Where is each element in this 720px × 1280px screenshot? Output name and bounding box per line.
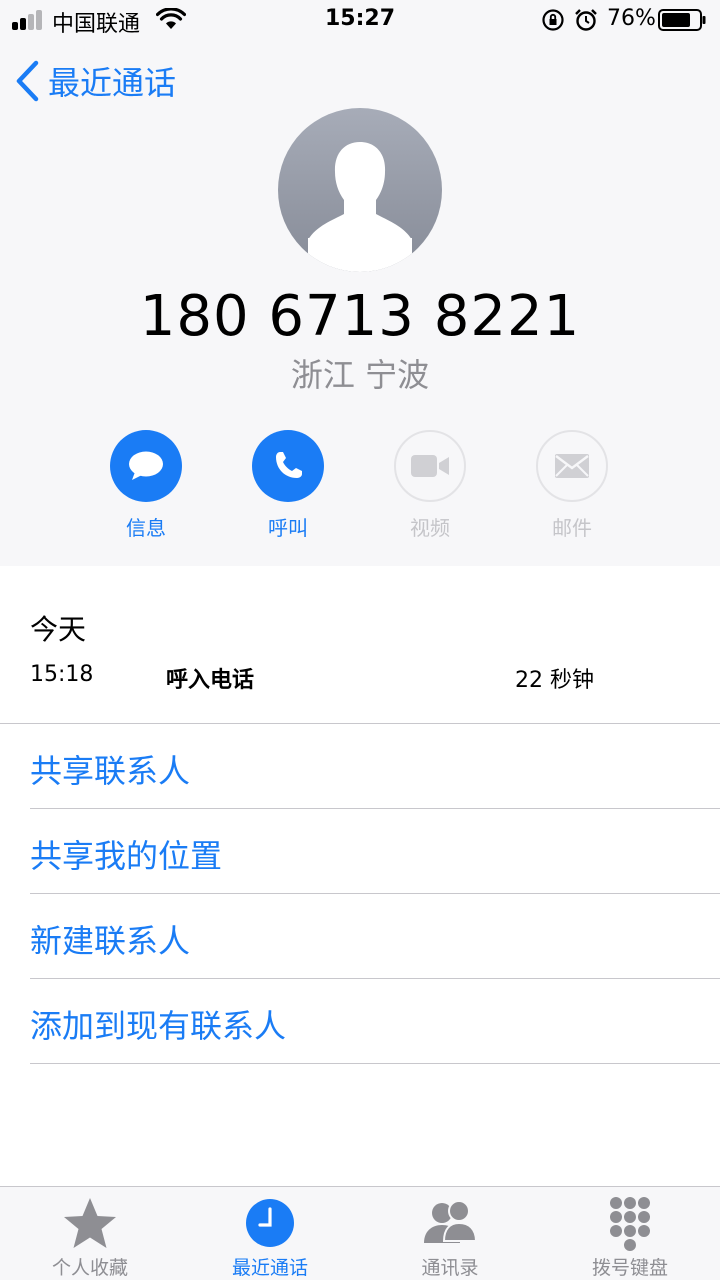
person-silhouette-icon [278,108,442,272]
phone-location: 浙江 宁波 [290,356,430,394]
call-duration: 22 秒钟 [515,668,594,693]
option-label: 共享我的位置 [30,837,223,875]
star-icon [64,1198,116,1248]
avatar [278,108,442,272]
chevron-left-icon [16,60,39,102]
tab-keypad[interactable]: 拨号键盘 [540,1187,720,1280]
message-button[interactable]: 信息 [76,430,216,541]
battery-percent: 76% [607,6,656,31]
tab-label: 拨号键盘 [591,1257,668,1279]
call-detail-screen: 中国联通 15:27 76% 最近通话 180 6713 8221 浙江 宁波 … [0,0,720,1280]
share-location-option[interactable]: 共享我的位置 [30,809,720,894]
call-time: 15:18 [30,662,94,687]
battery-icon [658,9,706,31]
alarm-icon [575,9,597,31]
call-button[interactable]: 呼叫 [218,430,358,541]
message-bubble-icon [129,451,163,480]
rotation-lock-icon [542,9,564,31]
video-button[interactable]: 视频 [360,430,500,541]
share-contact-option[interactable]: 共享联系人 [30,724,720,809]
option-label: 添加到现有联系人 [30,1007,287,1045]
tab-label: 最近通话 [231,1257,308,1279]
phone-icon [276,452,302,478]
video-label: 视频 [410,516,450,540]
keypad-icon [610,1197,650,1251]
tab-label: 通讯录 [421,1257,479,1279]
mail-label: 邮件 [552,516,592,540]
history-date: 今天 [30,613,87,646]
contacts-icon [424,1200,478,1243]
tab-label: 个人收藏 [51,1257,128,1279]
option-label: 新建联系人 [30,922,191,960]
divider [30,1063,720,1064]
back-label: 最近通话 [48,64,177,102]
tab-recents[interactable]: 最近通话 [180,1187,360,1280]
call-type: 呼入电话 [166,668,255,693]
status-bar: 中国联通 15:27 76% [0,0,720,40]
mail-button[interactable]: 邮件 [502,430,642,541]
back-button[interactable]: 最近通话 [14,56,176,106]
add-to-existing-contact-option[interactable]: 添加到现有联系人 [30,979,720,1064]
call-label: 呼叫 [268,516,308,540]
tab-favorites[interactable]: 个人收藏 [0,1187,180,1280]
envelope-icon [555,454,589,478]
clock-icon [246,1199,294,1247]
new-contact-option[interactable]: 新建联系人 [30,894,720,979]
tab-contacts[interactable]: 通讯录 [360,1187,540,1280]
message-label: 信息 [126,516,166,540]
video-camera-icon [411,455,449,477]
option-label: 共享联系人 [30,752,191,790]
tab-bar: 个人收藏 最近通话 通讯录 拨号键盘 [0,1186,720,1280]
phone-number: 180 6713 8221 [139,284,581,349]
